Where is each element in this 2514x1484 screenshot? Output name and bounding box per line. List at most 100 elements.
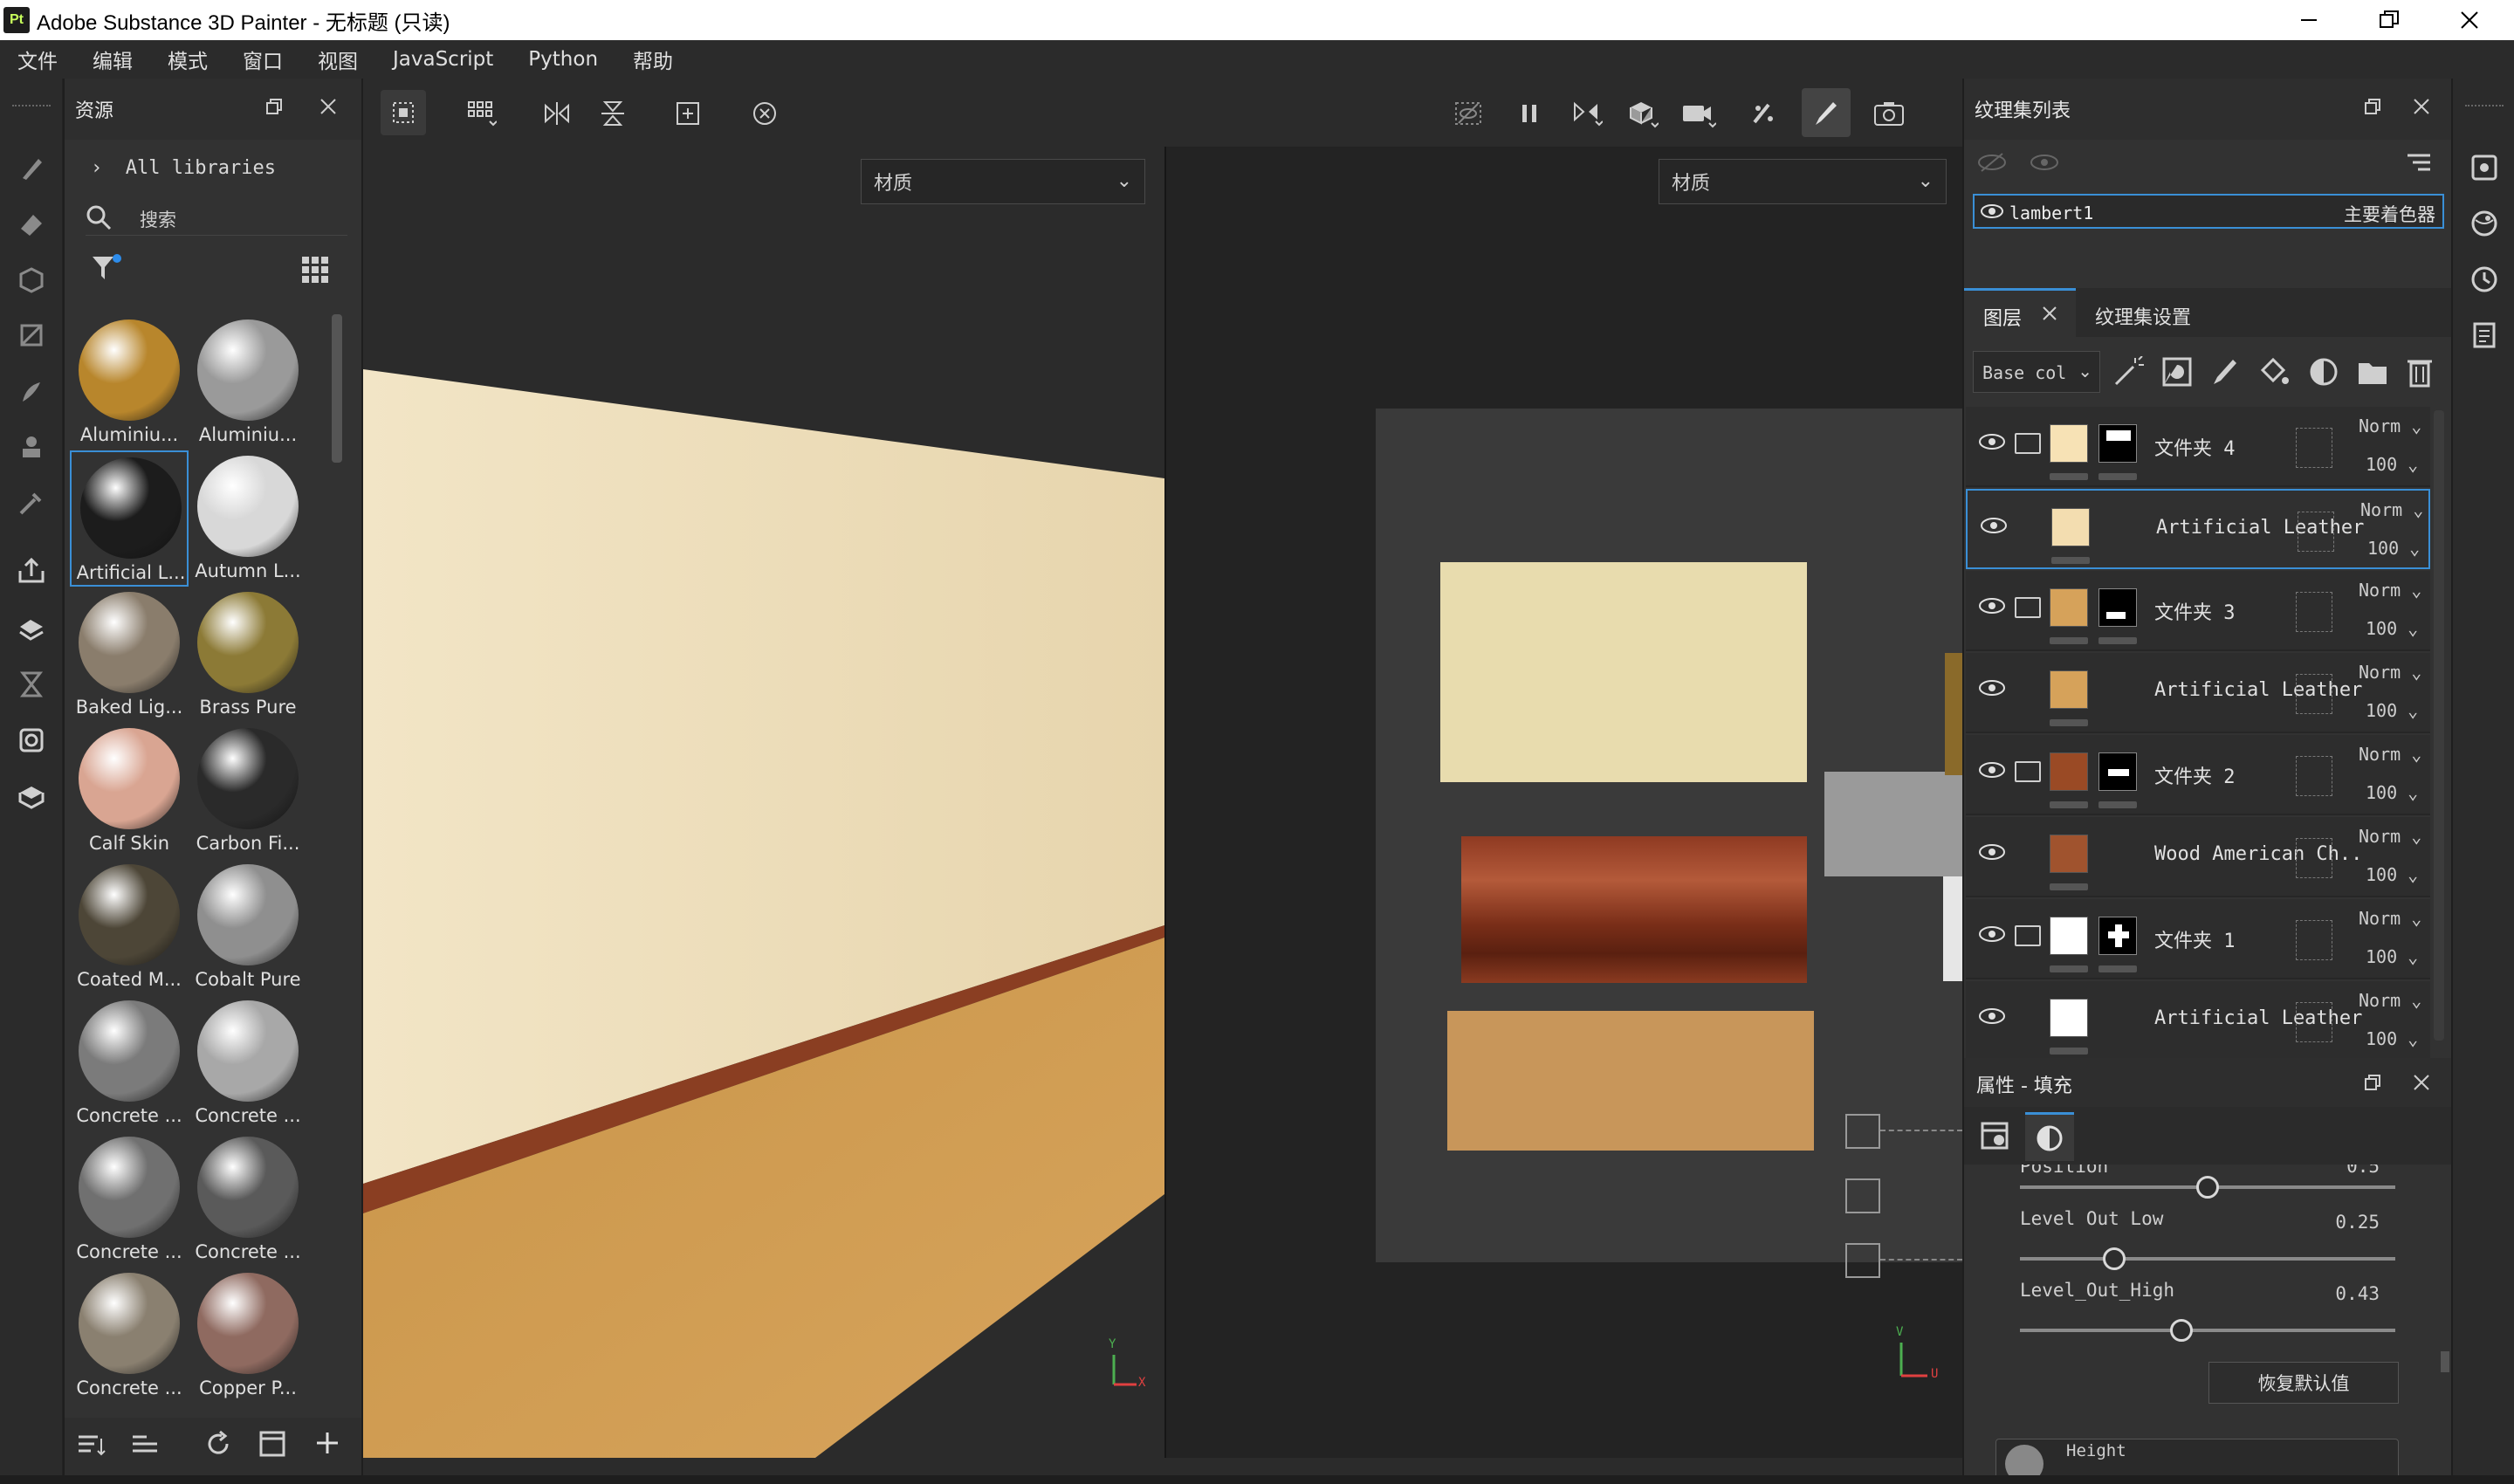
blend-mode-dropdown[interactable]: Norm ⌄ — [2359, 416, 2421, 436]
layer-row[interactable]: 文件夹 1 Norm ⌄ 100 ⌄ — [1966, 899, 2430, 979]
camera-icon[interactable] — [1679, 94, 1718, 133]
mirror-vertical-icon[interactable] — [594, 94, 632, 133]
menu-help[interactable]: 帮助 — [615, 45, 690, 74]
paint-mode-icon[interactable] — [1802, 88, 1851, 137]
bake-icon[interactable] — [16, 613, 47, 644]
assets-scrollbar[interactable] — [332, 314, 342, 463]
layer-color-swatch[interactable] — [2050, 424, 2088, 463]
layer-row[interactable]: 文件夹 3 Norm ⌄ 100 ⌄ — [1966, 571, 2430, 651]
layer-effect-slot[interactable] — [2296, 756, 2332, 796]
add-folder-icon[interactable] — [2357, 358, 2388, 389]
cube-view-icon[interactable] — [1624, 94, 1662, 133]
polygon-fill-icon[interactable] — [16, 319, 47, 351]
slider-knob[interactable] — [2169, 1319, 2193, 1342]
asset-thumbnail[interactable]: Concrete ... — [70, 1131, 189, 1268]
opacity-dropdown[interactable]: 100 ⌄ — [2366, 1028, 2418, 1049]
blend-mode-dropdown[interactable]: Norm ⌄ — [2359, 744, 2421, 765]
pause-icon[interactable] — [1510, 94, 1549, 133]
asset-thumbnail[interactable]: Cobalt Pure — [189, 859, 307, 995]
minimize-icon[interactable] — [2270, 0, 2348, 40]
blend-mode-dropdown[interactable]: Norm ⌄ — [2359, 826, 2421, 847]
physics-brush-icon[interactable] — [1744, 94, 1782, 133]
eye-icon[interactable] — [1978, 595, 2006, 622]
slider-knob[interactable] — [2102, 1247, 2126, 1270]
close-icon[interactable] — [2430, 0, 2509, 40]
height-section[interactable]: Height — [1995, 1439, 2399, 1475]
float-panel-icon[interactable] — [2364, 96, 2381, 120]
channel-dropdown[interactable]: Base col ⌄ — [1973, 351, 2100, 393]
environment-icon[interactable] — [2470, 210, 2498, 241]
tab-texture-set-settings[interactable]: 纹理集设置 — [2079, 288, 2208, 337]
fill-settings-icon[interactable] — [1980, 1121, 2009, 1154]
uv-handle-3[interactable] — [1845, 1243, 1880, 1278]
layer-effect-slot[interactable] — [2296, 838, 2332, 878]
slider-level-out-high[interactable] — [2020, 1319, 2395, 1342]
new-window-icon[interactable] — [258, 1430, 286, 1461]
layer-color-swatch[interactable] — [2050, 588, 2088, 627]
layer-effect-slot[interactable] — [2296, 592, 2332, 632]
opacity-dropdown[interactable]: 100 ⌄ — [2366, 946, 2418, 967]
asset-thumbnail[interactable]: Concrete ... — [70, 995, 189, 1131]
restore-icon[interactable] — [2350, 0, 2428, 40]
close-panel-icon[interactable] — [319, 96, 337, 120]
layer-row[interactable]: 文件夹 4 Norm ⌄ 100 ⌄ — [1966, 407, 2430, 487]
menu-window[interactable]: 窗口 — [225, 45, 300, 74]
menu-icon[interactable] — [2406, 152, 2432, 178]
opacity-dropdown[interactable]: 100 ⌄ — [2366, 618, 2418, 639]
history-icon[interactable] — [2470, 265, 2498, 297]
tab-layers[interactable]: 图层 — [1964, 288, 2076, 337]
layer-color-swatch[interactable] — [2050, 835, 2088, 873]
eraser-icon[interactable] — [16, 208, 47, 239]
asset-thumbnail[interactable]: Aluminiu... — [70, 314, 189, 450]
add-fill-layer-icon[interactable] — [2259, 356, 2291, 391]
hide-overlay-icon[interactable] — [1449, 94, 1487, 133]
slider-knob[interactable] — [2196, 1176, 2219, 1199]
3d-box-icon[interactable] — [16, 780, 47, 812]
layer-row[interactable]: 文件夹 2 Norm ⌄ 100 ⌄ — [1966, 735, 2430, 815]
reset-view-icon[interactable] — [745, 94, 784, 133]
layer-mask-thumbnail[interactable] — [2098, 588, 2137, 627]
selection-icon[interactable] — [381, 90, 426, 135]
paint-brush-icon[interactable] — [16, 152, 47, 183]
fit-view-icon[interactable] — [669, 94, 707, 133]
layer-color-swatch[interactable] — [2050, 917, 2088, 955]
float-panel-icon[interactable] — [2364, 1074, 2381, 1095]
asset-thumbnail[interactable]: Brass Pure — [189, 587, 307, 723]
asset-thumbnail[interactable]: Coated M... — [70, 859, 189, 995]
eye-icon[interactable] — [1978, 842, 2006, 868]
menu-python[interactable]: Python — [511, 48, 615, 71]
hourglass-icon[interactable] — [16, 669, 47, 700]
eye-icon[interactable] — [1978, 924, 2006, 950]
symmetry-icon[interactable] — [1568, 94, 1606, 133]
eye-icon[interactable] — [1980, 203, 2004, 223]
blend-mode-dropdown[interactable]: Norm ⌄ — [2359, 662, 2421, 683]
layer-mask-thumbnail[interactable] — [2098, 424, 2137, 463]
sort-icon[interactable] — [77, 1432, 106, 1461]
history-icon[interactable] — [16, 725, 47, 756]
asset-thumbnail[interactable]: Aluminiu... — [189, 314, 307, 450]
material-tab[interactable] — [2025, 1112, 2074, 1161]
close-panel-icon[interactable] — [2413, 1074, 2430, 1095]
add-smart-material-icon[interactable] — [2308, 356, 2339, 391]
viewport-3d[interactable]: 材质 ⌄ Y X — [363, 147, 1164, 1458]
clone-icon[interactable] — [16, 431, 47, 463]
texture-set-row[interactable]: lambert1 主要着色器 — [1973, 194, 2444, 229]
opacity-dropdown[interactable]: 100 ⌄ — [2366, 782, 2418, 803]
add-mask-icon[interactable] — [2161, 356, 2193, 391]
menu-file[interactable]: 文件 — [0, 45, 75, 74]
add-effect-icon[interactable] — [2112, 355, 2144, 391]
opacity-dropdown[interactable]: 100 ⌄ — [2367, 538, 2420, 559]
smudge-icon[interactable] — [16, 375, 47, 407]
slider-level-out-low[interactable] — [2020, 1247, 2395, 1270]
layer-effect-slot[interactable] — [2296, 428, 2332, 468]
blend-mode-dropdown[interactable]: Norm ⌄ — [2359, 990, 2421, 1011]
layer-mask-thumbnail[interactable] — [2098, 752, 2137, 791]
add-paint-layer-icon[interactable] — [2210, 356, 2242, 391]
material-dropdown-right[interactable]: 材质 ⌄ — [1659, 159, 1947, 204]
uv-handle-2[interactable] — [1845, 1178, 1880, 1213]
opacity-dropdown[interactable]: 100 ⌄ — [2366, 700, 2418, 721]
mirror-horizontal-icon[interactable] — [538, 94, 576, 133]
opacity-dropdown[interactable]: 100 ⌄ — [2366, 454, 2418, 475]
screenshot-icon[interactable] — [1870, 94, 1908, 133]
layer-effect-slot[interactable] — [2296, 674, 2332, 714]
